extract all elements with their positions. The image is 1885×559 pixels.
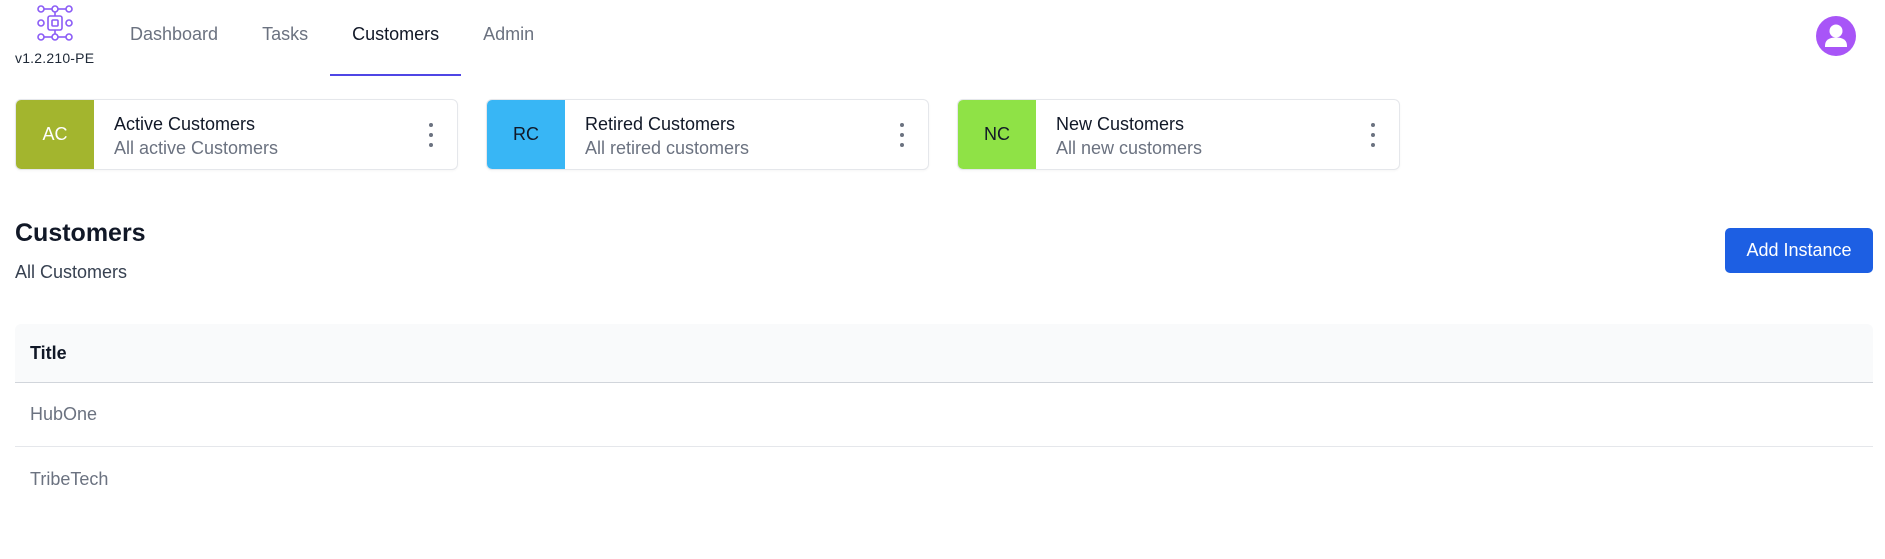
kebab-menu-icon[interactable] (898, 123, 906, 147)
card-title: New Customers (1056, 114, 1185, 134)
card-body: Retired Customers All retired customers (565, 100, 928, 169)
page-title: Customers (15, 219, 146, 247)
card-new-customers[interactable]: NC New Customers All new customers (957, 99, 1400, 170)
card-badge: NC (958, 100, 1036, 169)
summary-cards: AC Active Customers All active Customers… (15, 99, 1400, 170)
card-subtitle: All active Customers (114, 138, 279, 158)
card-body: New Customers All new customers (1036, 100, 1399, 169)
table-row[interactable]: TribeTech (15, 447, 1873, 511)
circuit-chip-icon (37, 5, 73, 41)
card-title: Retired Customers (585, 114, 736, 134)
column-header-title[interactable]: Title (15, 324, 1873, 383)
app-version: v1.2.210-PE (15, 50, 95, 66)
customers-table: Title HubOne TribeTech (15, 324, 1873, 511)
card-badge: AC (16, 100, 94, 169)
user-icon (1825, 24, 1847, 47)
card-title: Active Customers (114, 114, 256, 134)
add-instance-button[interactable]: Add Instance (1725, 228, 1873, 273)
logo[interactable]: v1.2.210-PE (15, 3, 95, 66)
top-navigation: v1.2.210-PE Dashboard Tasks Customers Ad… (0, 0, 1885, 76)
page-subtitle: All Customers (15, 262, 128, 282)
card-badge: RC (487, 100, 565, 169)
nav-tab-customers[interactable]: Customers (330, 0, 462, 76)
card-subtitle: All retired customers (585, 138, 750, 158)
nav-tab-tasks[interactable]: Tasks (240, 0, 330, 76)
main-nav: Dashboard Tasks Customers Admin (108, 0, 556, 76)
card-retired-customers[interactable]: RC Retired Customers All retired custome… (486, 99, 929, 170)
kebab-menu-icon[interactable] (1369, 123, 1377, 147)
nav-tab-dashboard[interactable]: Dashboard (108, 0, 240, 76)
user-avatar-button[interactable] (1816, 16, 1856, 56)
nav-tab-admin[interactable]: Admin (461, 0, 556, 76)
card-subtitle: All new customers (1056, 138, 1203, 158)
table-row[interactable]: HubOne (15, 383, 1873, 447)
card-active-customers[interactable]: AC Active Customers All active Customers (15, 99, 458, 170)
kebab-menu-icon[interactable] (427, 123, 435, 147)
app-root: v1.2.210-PE Dashboard Tasks Customers Ad… (0, 0, 1885, 559)
card-body: Active Customers All active Customers (94, 100, 457, 169)
